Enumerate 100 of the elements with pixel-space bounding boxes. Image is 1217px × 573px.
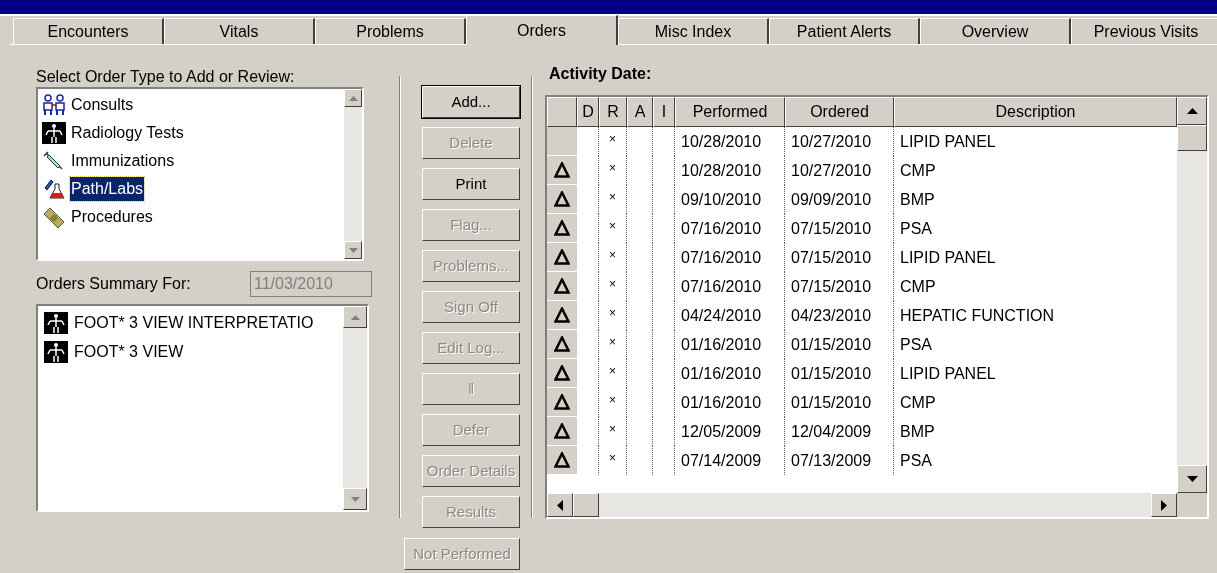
scrollbar[interactable] (344, 89, 362, 259)
list-item[interactable]: FOOT* 3 VIEW INTERPRETATIO (74, 310, 314, 335)
column-header[interactable]: Performed (675, 97, 785, 127)
row-header[interactable] (547, 446, 577, 475)
table-cell: 04/23/2010 (785, 301, 894, 330)
scroll-thumb[interactable] (1177, 125, 1207, 151)
table-cell-text: HEPATIC FUNCTION (899, 305, 1056, 326)
scroll-down-button[interactable] (1177, 465, 1207, 493)
table-cell: × (599, 214, 627, 243)
orders-summary-label: Orders Summary For: (36, 274, 191, 294)
tab[interactable]: Problems (315, 18, 466, 44)
arrow-down-icon (1186, 476, 1198, 482)
table-cell: 07/15/2010 (785, 272, 894, 301)
triangle-icon (554, 336, 570, 352)
tab[interactable]: Previous Visits (1071, 18, 1217, 44)
table-cell-text: BMP (899, 189, 936, 210)
row-header[interactable] (547, 272, 577, 301)
two-people-icon (42, 94, 66, 116)
button[interactable]: Add... (422, 86, 520, 118)
button[interactable]: Print (422, 168, 520, 200)
activity-date-label: Activity Date: (548, 64, 653, 84)
scroll-left-button[interactable] (547, 493, 573, 517)
table-cell-text: PSA (899, 334, 933, 355)
orders-summary-list[interactable]: FOOT* 3 VIEW INTERPRETATIO FOOT* 3 VIEW (36, 304, 369, 512)
table-cell: × (599, 243, 627, 272)
flask-icon (42, 178, 66, 200)
scrollbar[interactable] (343, 306, 367, 510)
column-header[interactable]: D (577, 97, 599, 127)
table-cell-text: PSA (899, 450, 933, 471)
table-cell: 10/27/2010 (785, 156, 894, 185)
column-header[interactable]: R (599, 97, 627, 127)
tab[interactable]: Patient Alerts (769, 18, 920, 44)
table-cell: × (599, 359, 627, 388)
order-type-list[interactable]: Consults Radiology Tests Immunizations Path/Labs Procedures (36, 87, 364, 261)
table-cell: × (599, 301, 627, 330)
list-item[interactable]: Procedures (70, 205, 154, 229)
table-cell: × (599, 156, 627, 185)
list-item[interactable]: Consults (70, 93, 135, 117)
tab[interactable]: Encounters (13, 18, 164, 44)
column-header[interactable]: Ordered (785, 97, 894, 127)
row-header[interactable] (547, 156, 577, 185)
row-header[interactable] (547, 359, 577, 388)
table-cell: 07/16/2010 (675, 272, 785, 301)
row-header[interactable] (547, 214, 577, 243)
table-cell: × (599, 417, 627, 446)
table-cell-text: LIPID PANEL (899, 363, 997, 384)
tab[interactable]: Overview (920, 18, 1071, 44)
scrollbar[interactable] (1177, 97, 1207, 493)
column-header[interactable]: A (627, 97, 653, 127)
list-item[interactable]: FOOT* 3 VIEW (74, 339, 184, 364)
arrow-left-icon (557, 499, 563, 511)
list-item[interactable]: Radiology Tests (70, 121, 185, 145)
table-cell: 10/28/2010 (675, 127, 785, 156)
skeleton-xray-icon (44, 340, 68, 363)
table-cell: 07/16/2010 (675, 243, 785, 272)
triangle-icon (554, 249, 570, 265)
table-cell: 01/16/2010 (675, 359, 785, 388)
table-cell: 01/15/2010 (785, 388, 894, 417)
triangle-icon (554, 191, 570, 207)
table-cell: 07/15/2010 (785, 243, 894, 272)
row-header[interactable] (547, 301, 577, 330)
tab[interactable]: Misc Index (618, 18, 769, 44)
table-cell: × (599, 330, 627, 359)
table-cell: 07/15/2010 (785, 214, 894, 243)
scroll-up-button[interactable] (1177, 97, 1207, 125)
table-cell: 09/09/2010 (785, 185, 894, 214)
table-cell-text: CMP (899, 160, 937, 181)
scroll-down-button[interactable] (343, 488, 367, 510)
table-cell-text: CMP (899, 392, 937, 413)
table-cell-text: PSA (899, 218, 933, 239)
list-item[interactable]: Path/Labs (70, 177, 145, 201)
row-header[interactable] (547, 417, 577, 446)
scroll-down-button[interactable] (344, 241, 362, 259)
column-header[interactable]: Description (894, 97, 1177, 127)
list-item[interactable]: Immunizations (70, 149, 176, 173)
column-header[interactable]: I (653, 97, 675, 127)
table-cell: 09/10/2010 (675, 185, 785, 214)
table-cell: 07/14/2009 (675, 446, 785, 475)
skeleton-xray-icon (44, 311, 68, 334)
table-cell: 07/13/2009 (785, 446, 894, 475)
row-header[interactable] (547, 185, 577, 214)
size-grip (1177, 493, 1207, 517)
table-cell: 01/16/2010 (675, 330, 785, 359)
scroll-right-button[interactable] (1151, 493, 1177, 517)
table-cell-text: BMP (899, 421, 936, 442)
skeleton-xray-icon (42, 122, 66, 144)
row-header[interactable] (547, 330, 577, 359)
row-header[interactable] (547, 243, 577, 272)
tab[interactable]: Vitals (164, 18, 315, 44)
table-cell: 04/24/2010 (675, 301, 785, 330)
triangle-icon (554, 307, 570, 323)
table-cell: × (599, 127, 627, 156)
table-cell: 10/28/2010 (675, 156, 785, 185)
row-header[interactable] (547, 388, 577, 417)
triangle-icon (554, 452, 570, 468)
table-cell: × (599, 446, 627, 475)
scroll-up-button[interactable] (343, 306, 367, 328)
tab[interactable]: Orders (466, 15, 618, 45)
scroll-up-button[interactable] (344, 89, 362, 107)
scroll-thumb[interactable] (573, 493, 599, 517)
